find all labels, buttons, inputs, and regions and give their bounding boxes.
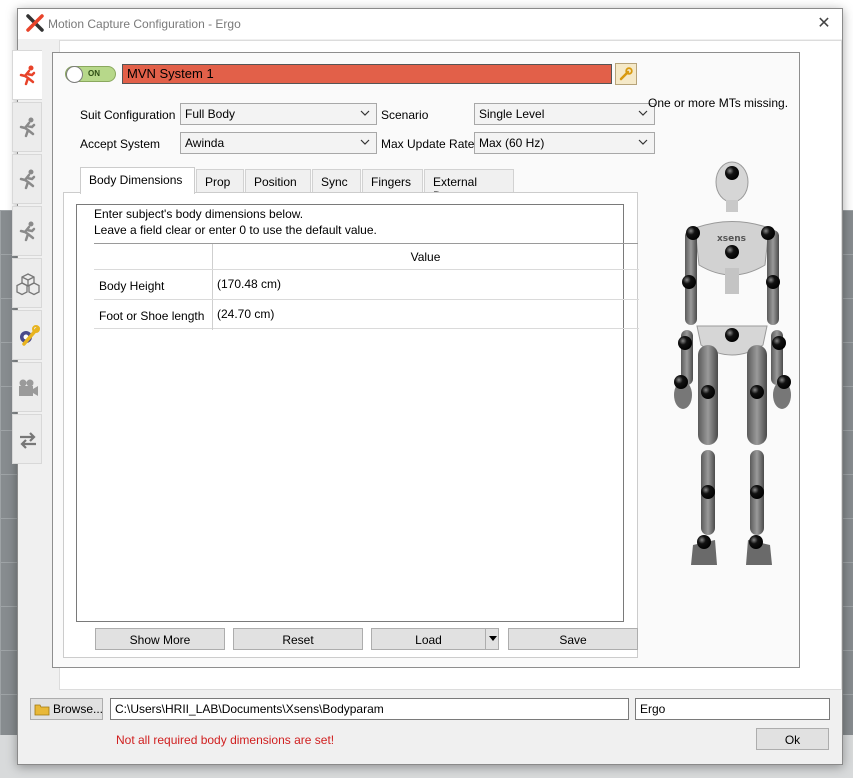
suit-config-label: Suit Configuration bbox=[80, 108, 176, 122]
column-header-value: Value bbox=[212, 244, 638, 269]
tab-fingers[interactable]: Fingers bbox=[362, 169, 423, 193]
window-title: Motion Capture Configuration - Ergo bbox=[48, 17, 241, 31]
wrench-icon bbox=[619, 67, 633, 81]
bodyparam-path-input[interactable]: C:\Users\HRII_LAB\Documents\Xsens\Bodypa… bbox=[110, 698, 629, 720]
accept-system-value: Awinda bbox=[185, 136, 225, 150]
sensor-placement-figure: xsens bbox=[674, 161, 791, 565]
tab-sync[interactable]: Sync bbox=[312, 169, 361, 193]
reset-button[interactable]: Reset bbox=[233, 628, 363, 650]
mt-warning: One or more MTs missing. bbox=[648, 96, 789, 110]
max-rate-label: Max Update Rate bbox=[381, 137, 475, 151]
nav-item-subject-2[interactable] bbox=[12, 102, 42, 152]
show-more-button[interactable]: Show More bbox=[95, 628, 225, 650]
tab-position[interactable]: Position bbox=[245, 169, 311, 193]
system-settings-button[interactable] bbox=[615, 63, 637, 85]
running-figure-icon bbox=[19, 65, 36, 86]
row-label-foot-length: Foot or Shoe length bbox=[99, 309, 205, 323]
body-dimensions-table: Value Body Height (170.48 cm) Foot or Sh… bbox=[94, 243, 639, 621]
browse-button[interactable]: Browse... bbox=[30, 698, 103, 720]
scenario-dropdown[interactable]: Single Level bbox=[474, 103, 655, 125]
nav-item-camera[interactable] bbox=[12, 362, 42, 412]
chevron-down-icon bbox=[360, 139, 370, 145]
instruction-line-2: Leave a field clear or enter 0 to use th… bbox=[94, 223, 377, 237]
dropdown-arrow-icon bbox=[489, 636, 497, 641]
chevron-down-icon bbox=[638, 110, 648, 116]
titlebar: Motion Capture Configuration - Ergo ✕ bbox=[18, 9, 842, 39]
load-button[interactable]: Load bbox=[371, 628, 486, 650]
tab-external-data[interactable]: External Data bbox=[424, 169, 514, 203]
profile-name-input[interactable]: Ergo bbox=[635, 698, 830, 720]
foot-length-input[interactable]: (24.70 cm) bbox=[212, 300, 638, 330]
row-label-body-height: Body Height bbox=[99, 279, 165, 293]
chevron-down-icon bbox=[638, 139, 648, 145]
load-options-button[interactable] bbox=[485, 628, 499, 650]
sync-arrows-icon bbox=[20, 432, 36, 449]
error-message: Not all required body dimensions are set… bbox=[116, 733, 335, 747]
running-figure-icon bbox=[19, 221, 36, 242]
nav-item-props[interactable] bbox=[12, 258, 42, 308]
figure-brand-text: xsens bbox=[717, 234, 746, 244]
running-figure-icon bbox=[19, 169, 36, 190]
browse-label: Browse... bbox=[53, 702, 104, 716]
camera-icon bbox=[19, 379, 38, 396]
suit-config-value: Full Body bbox=[185, 107, 236, 121]
nav-item-suit[interactable] bbox=[12, 50, 42, 100]
accept-system-dropdown[interactable]: Awinda bbox=[180, 132, 377, 154]
toggle-label: ON bbox=[88, 69, 100, 78]
ok-button[interactable]: Ok bbox=[756, 728, 829, 750]
scenario-label: Scenario bbox=[381, 108, 429, 122]
scenario-value: Single Level bbox=[479, 107, 545, 121]
max-rate-value: Max (60 Hz) bbox=[479, 136, 545, 150]
cubes-icon bbox=[16, 273, 40, 296]
chevron-down-icon bbox=[360, 110, 370, 116]
nav-item-sync[interactable] bbox=[12, 414, 42, 464]
save-button[interactable]: Save bbox=[508, 628, 638, 650]
folder-icon bbox=[34, 704, 50, 716]
table-row[interactable]: Foot or Shoe length (24.70 cm) bbox=[94, 299, 639, 330]
nav-item-hardware[interactable] bbox=[12, 310, 42, 360]
tab-body-dimensions[interactable]: Body Dimensions bbox=[80, 167, 195, 194]
tab-prop[interactable]: Prop bbox=[196, 169, 244, 193]
accept-system-label: Accept System bbox=[80, 137, 161, 151]
system-enable-toggle[interactable]: ON bbox=[65, 66, 116, 83]
close-button[interactable]: ✕ bbox=[812, 12, 836, 36]
suit-config-dropdown[interactable]: Full Body bbox=[180, 103, 377, 125]
wrench-settings-icon bbox=[20, 325, 40, 346]
table-row[interactable]: Body Height (170.48 cm) bbox=[94, 269, 639, 300]
toggle-knob bbox=[66, 66, 83, 83]
running-figure-icon bbox=[19, 117, 36, 138]
max-rate-dropdown[interactable]: Max (60 Hz) bbox=[474, 132, 655, 154]
system-name-input[interactable]: MVN System 1 bbox=[122, 64, 612, 84]
nav-item-subject-3[interactable] bbox=[12, 154, 42, 204]
nav-item-subject-4[interactable] bbox=[12, 206, 42, 256]
xsens-logo-icon bbox=[26, 14, 44, 32]
body-height-input[interactable]: (170.48 cm) bbox=[212, 270, 638, 300]
instruction-line-1: Enter subject's body dimensions below. bbox=[94, 207, 304, 221]
